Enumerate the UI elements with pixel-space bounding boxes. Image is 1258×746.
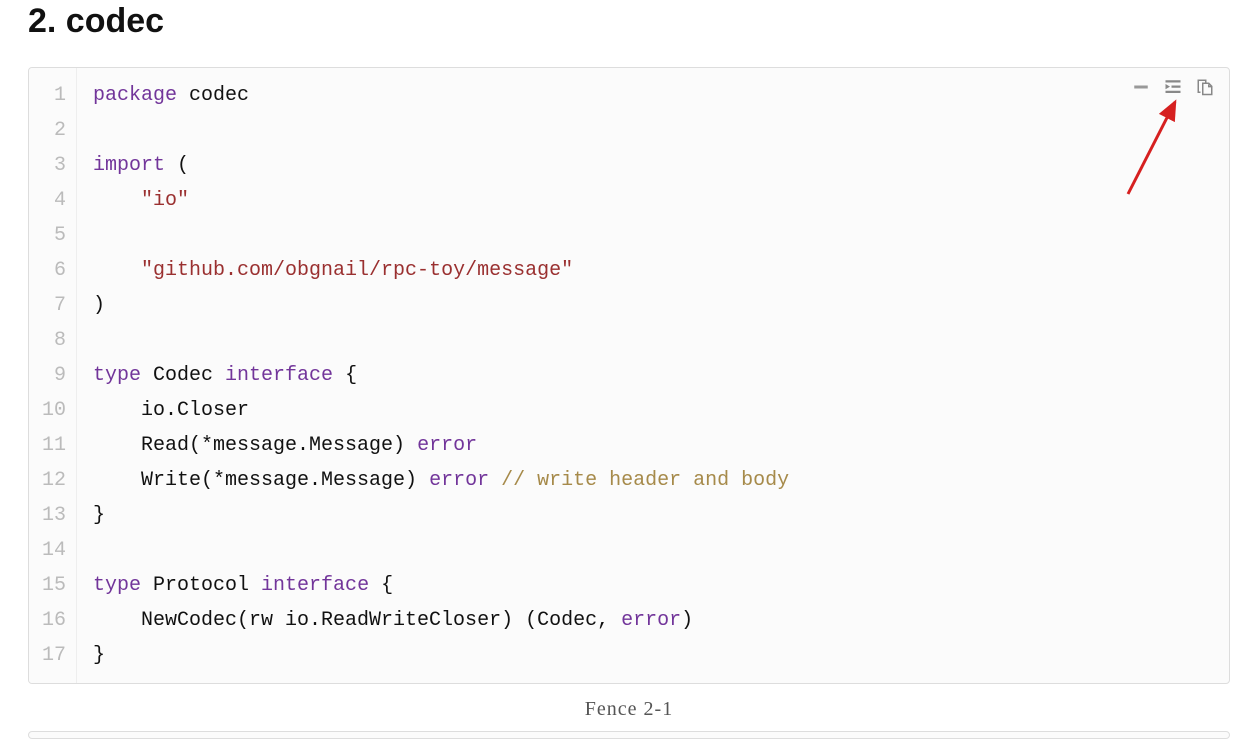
code-line: } [93, 638, 1213, 673]
line-number: 8 [29, 323, 76, 358]
code-line: io.Closer [93, 393, 1213, 428]
line-number: 9 [29, 358, 76, 393]
line-number: 2 [29, 113, 76, 148]
code-line: package codec [93, 78, 1213, 113]
code-line: import ( [93, 148, 1213, 183]
code-line: Read(*message.Message) error [93, 428, 1213, 463]
indent-icon [1163, 78, 1183, 96]
line-number: 4 [29, 183, 76, 218]
line-number-gutter: 1234567891011121314151617 [29, 68, 77, 683]
next-code-fence-peek [28, 731, 1230, 739]
wrap-button[interactable] [1163, 78, 1183, 96]
code-line [93, 533, 1213, 568]
code-line: Write(*message.Message) error // write h… [93, 463, 1213, 498]
code-line: } [93, 498, 1213, 533]
line-number: 16 [29, 603, 76, 638]
code-fence: 1234567891011121314151617 package codec … [28, 67, 1230, 684]
figure-caption: Fence 2-1 [28, 698, 1230, 721]
line-number: 13 [29, 498, 76, 533]
code-line: "io" [93, 183, 1213, 218]
line-number: 12 [29, 463, 76, 498]
line-number: 10 [29, 393, 76, 428]
line-number: 11 [29, 428, 76, 463]
copy-button[interactable] [1195, 78, 1215, 96]
line-number: 6 [29, 253, 76, 288]
line-number: 1 [29, 78, 76, 113]
code-line [93, 218, 1213, 253]
section-heading: 2. codec [28, 0, 1230, 41]
code-line [93, 323, 1213, 358]
line-number: 17 [29, 638, 76, 673]
code-toolbar [1131, 78, 1215, 96]
line-number: 15 [29, 568, 76, 603]
code-line: "github.com/obgnail/rpc-toy/message" [93, 253, 1213, 288]
collapse-button[interactable] [1131, 78, 1151, 96]
line-number: 7 [29, 288, 76, 323]
code-line [93, 113, 1213, 148]
line-number: 3 [29, 148, 76, 183]
code-line: type Protocol interface { [93, 568, 1213, 603]
line-number: 5 [29, 218, 76, 253]
code-line: NewCodec(rw io.ReadWriteCloser) (Codec, … [93, 603, 1213, 638]
copy-icon [1195, 78, 1215, 96]
code-content[interactable]: package codec import ( "io" "github.com/… [77, 68, 1229, 683]
code-line: type Codec interface { [93, 358, 1213, 393]
line-number: 14 [29, 533, 76, 568]
code-line: ) [93, 288, 1213, 323]
minus-icon [1131, 78, 1151, 96]
